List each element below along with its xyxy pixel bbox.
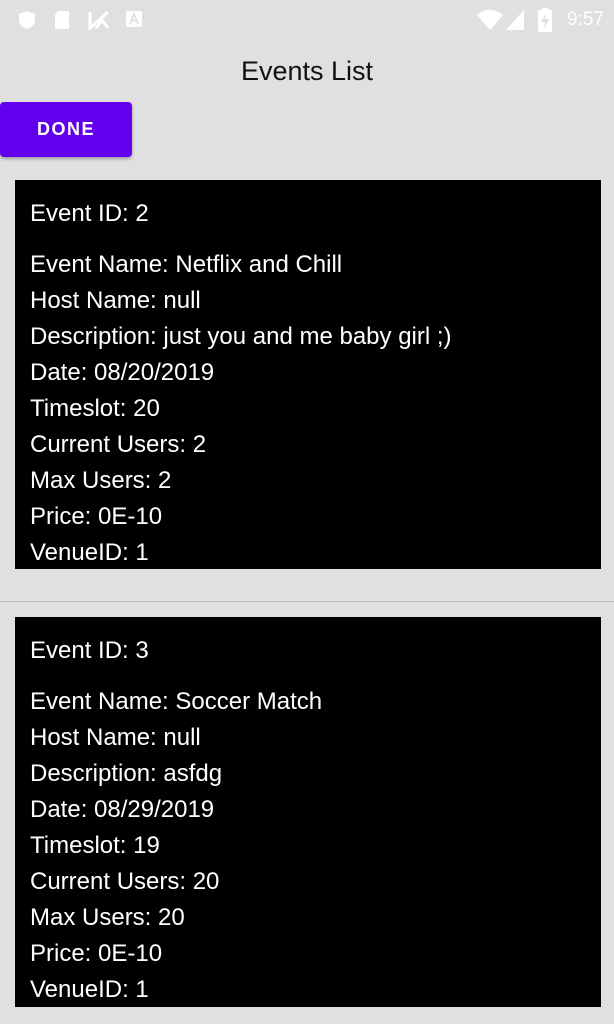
event-price: Price: 0E-10: [30, 503, 163, 530]
a-icon: [126, 11, 142, 27]
current-users: Current Users: 2: [30, 431, 207, 458]
venue-id: VenueID: 1: [30, 976, 149, 1003]
wifi-icon: [477, 9, 503, 30]
current-users: Current Users: 20: [30, 868, 220, 895]
event-description: Description: asfdg: [30, 760, 223, 787]
done-button[interactable]: DONE: [0, 102, 132, 157]
max-users: Max Users: 20: [30, 904, 185, 931]
page-title: Events List: [240, 56, 374, 86]
event-price: Price: 0E-10: [30, 940, 163, 967]
event-date: Date: 08/20/2019: [30, 359, 215, 386]
cell-signal-icon: [506, 10, 524, 30]
event-card: Event ID: 2 Event Name: Netflix and Chil…: [15, 180, 601, 569]
event-timeslot: Timeslot: 19: [30, 832, 160, 859]
event-card: Event ID: 3 Event Name: Soccer Match Hos…: [15, 617, 601, 1007]
clock: 9:57: [567, 9, 604, 30]
event-timeslot: Timeslot: 20: [30, 395, 160, 422]
battery-charging-icon: [538, 8, 552, 32]
sd-card-icon: [55, 11, 69, 29]
event-description: Description: just you and me baby girl ;…: [30, 323, 452, 350]
host-name: Host Name: null: [30, 287, 201, 314]
event-date: Date: 08/29/2019: [30, 796, 215, 823]
max-users: Max Users: 2: [30, 467, 172, 494]
status-bar: 9:57: [0, 0, 614, 38]
shield-icon: [19, 11, 35, 29]
event-id: Event ID: 3: [30, 637, 149, 664]
event-name: Event Name: Soccer Match: [30, 688, 323, 715]
venue-id: VenueID: 1: [30, 539, 149, 566]
list-divider: [0, 601, 614, 602]
no-signal-icon: [88, 10, 110, 30]
event-name: Event Name: Netflix and Chill: [30, 251, 343, 278]
host-name: Host Name: null: [30, 724, 201, 751]
event-id: Event ID: 2: [30, 200, 149, 227]
